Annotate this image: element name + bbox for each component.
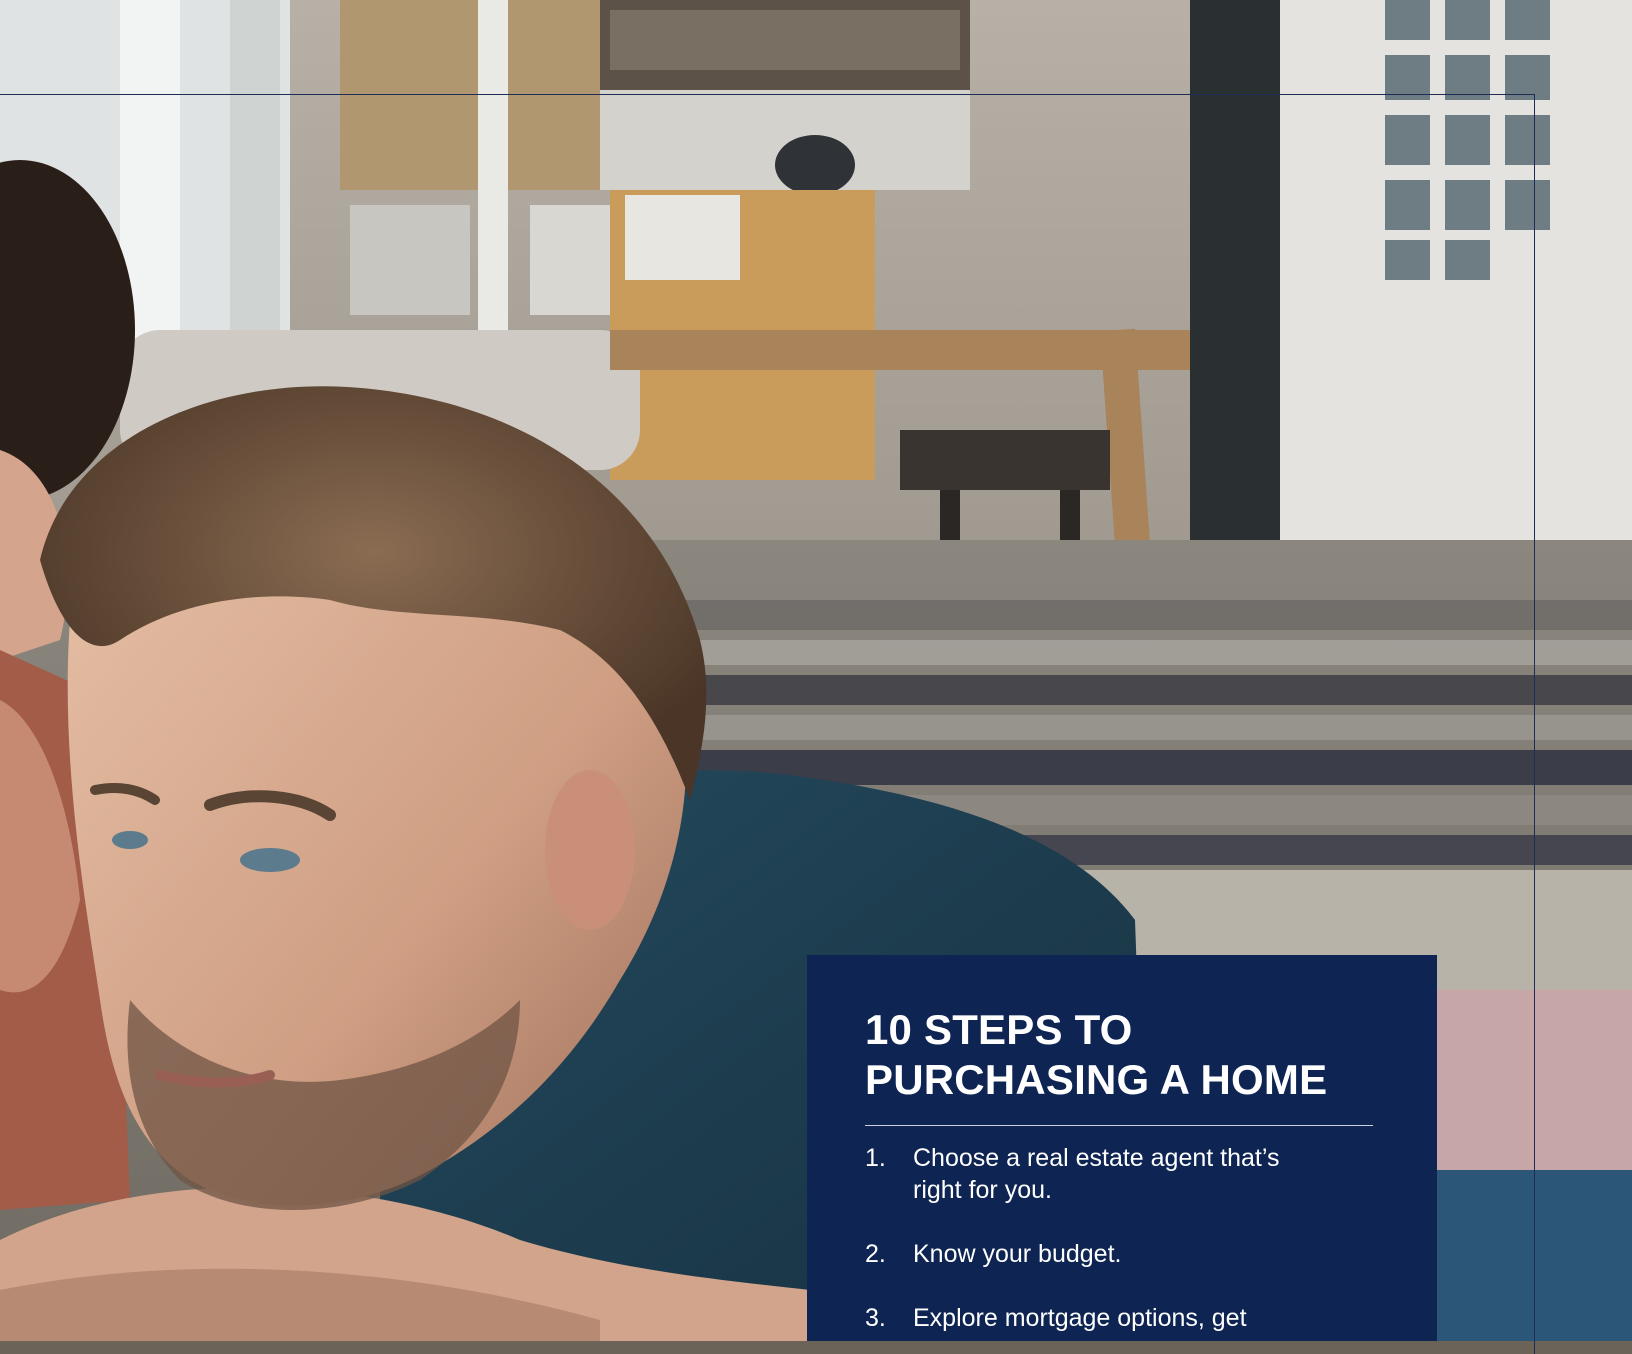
steps-list: 1. Choose a real estate agent that’s rig… [865,1142,1325,1334]
step-number: 3. [865,1304,886,1332]
step-item-3: 3. Explore mortgage options, get [865,1302,1325,1334]
step-number: 2. [865,1240,886,1268]
steps-title: 10 STEPS TO PURCHASING A HOME [865,1005,1377,1105]
step-number: 1. [865,1144,886,1172]
step-text: Explore mortgage options, get [913,1304,1247,1332]
steps-title-line1: 10 STEPS TO [865,1006,1133,1053]
step-item-1: 1. Choose a real estate agent that’s rig… [865,1142,1325,1206]
step-text: Choose a real estate agent that’s right … [913,1144,1280,1204]
title-divider [865,1125,1373,1126]
steps-title-line2: PURCHASING A HOME [865,1056,1328,1103]
steps-panel: 10 STEPS TO PURCHASING A HOME 1. Choose … [807,955,1437,1341]
step-text: Know your budget. [913,1240,1122,1268]
step-item-2: 2. Know your budget. [865,1238,1325,1270]
